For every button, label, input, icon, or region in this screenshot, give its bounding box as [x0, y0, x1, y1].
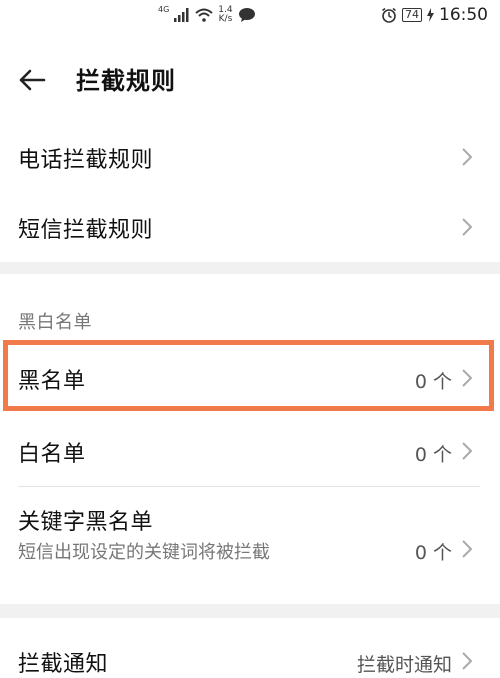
speed-unit: K/s	[218, 14, 233, 24]
section-gap	[0, 604, 500, 618]
block-notification-item[interactable]: 拦截通知 拦截时通知	[0, 622, 500, 678]
whitelist-count: 0 个	[414, 444, 452, 466]
status-left: 4G 1.4 K/s	[158, 2, 256, 28]
keyword-blacklist-item[interactable]: 关键字黑名单 短信出现设定的关键词将被拦截 0 个	[0, 490, 500, 602]
wifi-icon	[195, 8, 213, 22]
status-right: 74 16:50	[381, 2, 488, 28]
battery-level: 74	[402, 8, 422, 22]
network-type: 4G	[158, 4, 170, 14]
page-title: 拦截规则	[76, 67, 176, 95]
whitelist-label: 白名单	[18, 442, 86, 467]
sms-block-rules-label: 短信拦截规则	[18, 218, 154, 243]
keyword-blacklist-description: 短信出现设定的关键词将被拦截	[18, 542, 270, 563]
back-arrow-icon	[19, 69, 46, 91]
back-button[interactable]	[14, 62, 50, 98]
status-bar: 4G 1.4 K/s 74 16:50	[0, 0, 500, 30]
section-gap	[0, 262, 500, 274]
highlight-box	[3, 340, 494, 411]
keyword-blacklist-count: 0 个	[414, 542, 452, 564]
clock: 16:50	[439, 5, 488, 25]
title-bar: 拦截规则	[0, 48, 500, 110]
chevron-right-icon	[462, 218, 473, 236]
charging-icon	[427, 8, 434, 22]
chevron-right-icon	[462, 442, 473, 460]
phone-block-rules-label: 电话拦截规则	[18, 148, 154, 173]
alarm-icon	[382, 7, 396, 23]
chevron-right-icon	[462, 652, 473, 670]
block-notification-value: 拦截时通知	[356, 654, 452, 676]
block-notification-label: 拦截通知	[18, 652, 109, 677]
message-icon	[238, 8, 255, 22]
network-speed: 1.4 K/s	[218, 6, 232, 24]
sms-block-rules-item[interactable]: 短信拦截规则	[0, 194, 500, 258]
chevron-right-icon	[462, 148, 473, 166]
phone-block-rules-item[interactable]: 电话拦截规则	[0, 124, 500, 188]
keyword-blacklist-label: 关键字黑名单	[18, 510, 154, 535]
section-title-lists: 黑白名单	[18, 312, 92, 333]
chevron-right-icon	[462, 540, 473, 558]
signal-icon	[174, 8, 189, 22]
whitelist-item[interactable]: 白名单 0 个	[0, 418, 500, 484]
divider	[18, 486, 480, 487]
